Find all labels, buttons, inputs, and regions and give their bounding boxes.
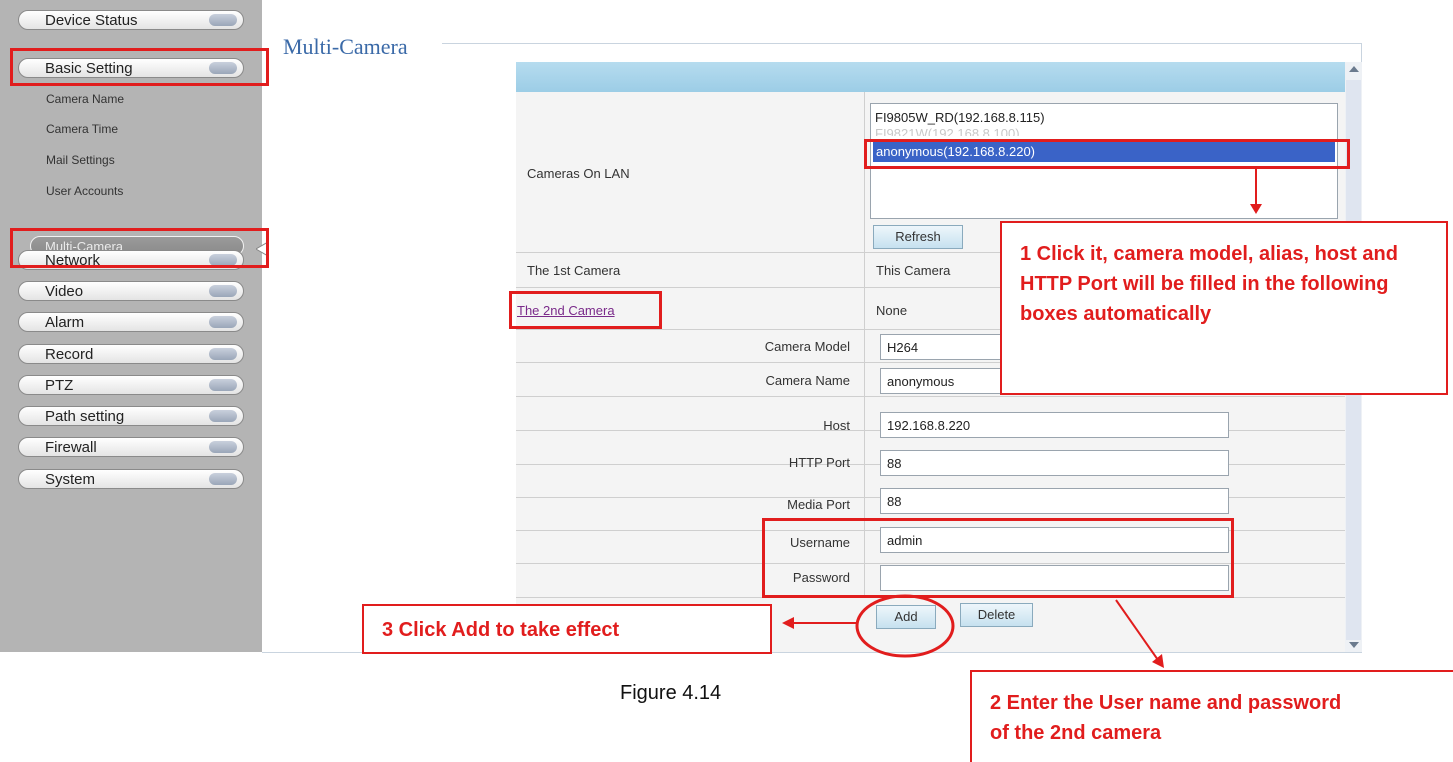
step1-text: 1 Click it, camera model, alias, host an… <box>1020 243 1398 325</box>
http-port-field[interactable]: 88 <box>880 450 1229 476</box>
http-port-label: HTTP Port <box>788 455 850 470</box>
menu-system[interactable]: System <box>18 469 244 489</box>
host-field[interactable]: 192.168.8.220 <box>880 412 1229 438</box>
first-camera-value: This Camera <box>876 263 951 278</box>
menu-label: Path setting <box>45 408 125 425</box>
media-port-field[interactable]: 88 <box>880 488 1229 514</box>
chevron-down-icon <box>209 285 237 297</box>
menu-firewall[interactable]: Firewall <box>18 437 244 457</box>
refresh-button[interactable]: Refresh <box>873 225 963 249</box>
host-label: Host <box>823 418 850 433</box>
submenu-user-accounts[interactable]: User Accounts <box>46 184 123 198</box>
table-header <box>516 62 1345 92</box>
submenu-mail-settings[interactable]: Mail Settings <box>46 153 115 167</box>
menu-video[interactable]: Video <box>18 281 244 301</box>
cameras-on-lan-label: Cameras On LAN <box>527 166 630 181</box>
highlight-2nd-camera <box>509 291 662 329</box>
highlight-credentials <box>762 518 1234 598</box>
menu-path-setting[interactable]: Path setting <box>18 406 244 426</box>
chevron-down-icon <box>209 14 237 26</box>
menu-record[interactable]: Record <box>18 344 244 364</box>
menu-ptz[interactable]: PTZ <box>18 375 244 395</box>
scroll-down-icon[interactable] <box>1348 640 1360 650</box>
chevron-down-icon <box>209 348 237 360</box>
title-divider <box>442 43 1362 44</box>
page-title: Multi-Camera <box>283 34 408 59</box>
highlight-basic-setting <box>10 48 269 86</box>
menu-device-status[interactable]: Device Status <box>18 10 244 30</box>
delete-button[interactable]: Delete <box>960 603 1033 627</box>
camera-name-label: Camera Name <box>765 373 850 388</box>
menu-label: Video <box>45 283 84 300</box>
step2-text: 2 Enter the User name and password of th… <box>990 692 1342 744</box>
chevron-down-icon <box>209 410 237 422</box>
step2-callout: 2 Enter the User name and password of th… <box>970 670 1453 762</box>
chevron-down-icon <box>209 379 237 391</box>
menu-label: Device Status <box>45 12 138 29</box>
add-button[interactable]: Add <box>876 605 936 629</box>
chevron-down-icon <box>209 473 237 485</box>
second-camera-value: None <box>876 303 908 318</box>
list-item[interactable]: FI9805W_RD(192.168.8.115) <box>875 110 1045 125</box>
figure-caption: Figure 4.14 <box>620 682 722 704</box>
menu-label: System <box>45 471 96 488</box>
list-item[interactable]: FI9821W(192.168.8.100) <box>875 126 1020 136</box>
camera-model-label: Camera Model <box>764 339 850 354</box>
first-camera-label: The 1st Camera <box>527 263 621 278</box>
media-port-label: Media Port <box>787 497 850 512</box>
highlight-selected-camera <box>864 139 1350 169</box>
row-divider <box>516 396 1345 397</box>
menu-alarm[interactable]: Alarm <box>18 312 244 332</box>
scroll-up-icon[interactable] <box>1348 64 1360 74</box>
chevron-down-icon <box>209 316 237 328</box>
step1-callout: 1 Click it, camera model, alias, host an… <box>1000 221 1448 395</box>
highlight-multi-camera <box>10 228 269 268</box>
submenu-camera-time[interactable]: Camera Time <box>46 122 118 136</box>
menu-label: Alarm <box>45 314 85 331</box>
submenu-camera-name[interactable]: Camera Name <box>46 92 124 106</box>
step3-text: 3 Click Add to take effect <box>382 619 620 641</box>
step3-callout: 3 Click Add to take effect <box>362 604 772 654</box>
menu-label: PTZ <box>45 377 74 394</box>
chevron-down-icon <box>209 441 237 453</box>
menu-label: Record <box>45 346 94 363</box>
menu-label: Firewall <box>45 439 97 456</box>
